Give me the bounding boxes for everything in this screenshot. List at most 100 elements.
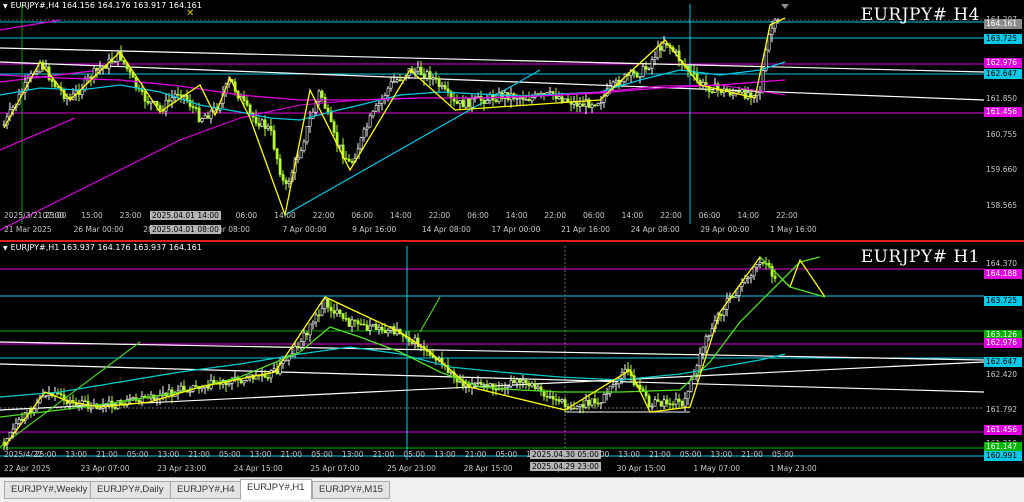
candle-body <box>368 325 372 331</box>
candle-body <box>326 107 330 112</box>
candle-body <box>752 266 756 277</box>
time-label: 23:00 <box>119 211 142 220</box>
candle-body <box>599 402 603 404</box>
candle-body <box>347 158 351 162</box>
candle-body <box>593 398 597 404</box>
h1-chart-canvas[interactable] <box>0 242 1024 477</box>
candle-body <box>662 42 666 51</box>
time-label: 25 Apr 07:00 <box>310 464 360 473</box>
candle-body <box>176 93 180 96</box>
h4-chart-canvas[interactable]: ✕ <box>0 0 1024 240</box>
candle-body <box>548 91 552 94</box>
candle-body <box>722 308 726 316</box>
candle-body <box>185 94 189 101</box>
candle-body <box>329 111 333 123</box>
price-label: 164.161 <box>984 19 1022 30</box>
candle-body <box>602 394 606 403</box>
candle-body <box>278 158 282 175</box>
collapse-triangle-icon[interactable]: ▼ <box>3 3 8 10</box>
tab-h4[interactable]: EURJPY#,H4 <box>170 481 242 499</box>
time-label: 1 May 23:00 <box>770 464 817 473</box>
candle-body <box>398 79 402 82</box>
time-label: 05:00 <box>311 450 333 459</box>
candle-body <box>266 377 270 379</box>
candle-body <box>122 60 126 64</box>
candle-body <box>344 318 348 320</box>
candle-body <box>365 324 369 331</box>
candle-body <box>266 125 270 129</box>
candle-body <box>659 401 663 407</box>
candle-body <box>746 277 750 280</box>
tab-daily[interactable]: EURJPY#,Daily <box>90 481 171 499</box>
candle-body <box>758 261 762 265</box>
candle-body <box>320 90 324 98</box>
candle-body <box>518 97 522 99</box>
candle-body <box>674 398 678 405</box>
time-label: 05:00 <box>772 450 794 459</box>
time-label: 21:00 <box>280 450 303 459</box>
candle-body <box>758 91 762 94</box>
time-label: 21 Apr 16:00 <box>561 225 610 234</box>
collapse-triangle-icon[interactable]: ▼ <box>3 245 8 252</box>
candle-body <box>2 441 6 445</box>
candle-body <box>719 314 723 316</box>
h1-trendline <box>419 296 441 333</box>
candle-body <box>527 99 531 102</box>
candle-body <box>566 98 570 102</box>
candle-body <box>83 78 87 90</box>
candle-body <box>605 393 609 395</box>
h4-ohlc-text: EURJPY#,H4 164.156 164.176 163.917 164.1… <box>10 1 202 10</box>
candle-body <box>80 400 84 404</box>
candle-body <box>179 385 183 392</box>
candle-body <box>650 59 654 69</box>
candle-body <box>545 395 549 398</box>
candle-body <box>365 126 369 130</box>
candle-body <box>242 96 246 102</box>
candle-body <box>563 98 567 103</box>
candle-body <box>359 137 363 150</box>
tab-h1[interactable]: EURJPY#,H1 <box>240 479 312 500</box>
candle-body <box>515 379 519 384</box>
candle-body <box>662 399 666 407</box>
candle-body <box>506 92 510 101</box>
tab-weekly[interactable]: EURJPY#,Weekly <box>4 481 95 499</box>
time-label: 06:00 <box>698 211 721 220</box>
candle-body <box>449 371 453 374</box>
time-label: 14:00 <box>274 211 296 220</box>
candle-body <box>368 115 372 128</box>
candle-body <box>740 89 744 93</box>
candle-body <box>200 118 204 122</box>
h4-symbol-info: ▼ EURJPY#,H4 164.156 164.176 163.917 164.… <box>3 1 202 10</box>
candle-body <box>674 50 678 53</box>
candle-body <box>326 298 330 308</box>
candle-body <box>557 96 561 100</box>
candle-body <box>308 323 312 336</box>
candle-body <box>131 397 135 399</box>
h4-ma-cyan <box>0 61 786 121</box>
candle-body <box>170 97 174 102</box>
candle-body <box>440 85 444 88</box>
h4-chart-panel[interactable]: ✕ ▼ EURJPY#,H4 164.156 164.176 163.917 16… <box>0 0 1024 240</box>
candle-body <box>350 319 354 327</box>
candle-body <box>284 180 288 184</box>
candle-body <box>632 70 636 74</box>
candle-body <box>572 407 576 410</box>
price-label: 160.991 <box>984 451 1022 461</box>
candle-body <box>371 324 375 327</box>
candle-body <box>581 103 585 107</box>
price-label: 161.456 <box>984 107 1022 118</box>
candle-body <box>647 67 651 70</box>
candle-body <box>494 388 498 391</box>
candle-body <box>569 407 573 410</box>
time-label: 13:00 <box>710 450 733 459</box>
candle-body <box>461 100 465 108</box>
h1-chart-panel[interactable]: ▼ EURJPY#,H1 163.937 164.176 163.937 164.… <box>0 242 1024 477</box>
candle-body <box>311 321 315 325</box>
tab-m15[interactable]: EURJPY#,M15 <box>312 481 390 499</box>
candle-body <box>521 97 525 100</box>
candle-body <box>350 161 354 163</box>
candle-body <box>59 393 63 396</box>
candle-body <box>524 99 528 101</box>
candle-body <box>254 116 258 124</box>
candle-body <box>548 396 552 398</box>
